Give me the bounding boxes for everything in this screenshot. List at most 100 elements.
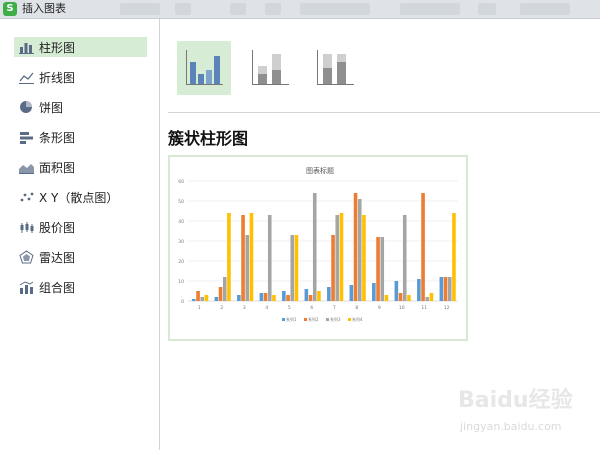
legend-swatch xyxy=(304,318,307,321)
sidebar-item-label: 面积图 xyxy=(39,160,76,175)
divider xyxy=(168,112,600,113)
x-tick-label: 11 xyxy=(421,305,427,311)
x-tick-label: 5 xyxy=(288,305,291,311)
radar-chart-icon xyxy=(18,250,34,264)
bar xyxy=(241,215,245,301)
bar xyxy=(204,295,209,301)
bar xyxy=(214,297,219,301)
bar xyxy=(447,277,452,301)
legend-label: 系列3 xyxy=(330,316,341,322)
bar xyxy=(317,291,321,301)
blurred-toolbar-icon xyxy=(265,3,281,15)
bar-chart-icon xyxy=(18,130,34,144)
legend-swatch xyxy=(282,318,285,321)
bar xyxy=(286,295,290,301)
bar xyxy=(290,235,295,301)
sidebar-item-bar-chart[interactable]: 条形图 xyxy=(14,127,147,147)
blurred-toolbar-icon xyxy=(230,3,246,15)
x-tick-label: 3 xyxy=(243,305,246,311)
sidebar-item-radar-chart[interactable]: 雷达图 xyxy=(14,247,147,267)
bar xyxy=(263,293,268,301)
bar xyxy=(237,295,241,301)
pie-chart-icon xyxy=(18,100,34,114)
window-title: 插入图表 xyxy=(22,2,66,15)
x-tick-label: 1 xyxy=(198,305,201,311)
bar xyxy=(335,215,340,301)
bar xyxy=(402,215,407,301)
blurred-toolbar-icon xyxy=(400,3,460,15)
combo-chart-icon xyxy=(18,280,34,294)
bar xyxy=(398,293,403,301)
blurred-toolbar-icon xyxy=(300,3,370,15)
bar xyxy=(452,213,456,301)
x-tick-label: 2 xyxy=(220,305,223,311)
x-tick-label: 9 xyxy=(378,305,381,311)
x-tick-label: 7 xyxy=(333,305,336,311)
y-tick-label: 20 xyxy=(178,259,184,265)
bar xyxy=(294,235,299,301)
bar xyxy=(421,193,425,301)
x-tick-label: 4 xyxy=(265,305,268,311)
bar xyxy=(331,235,335,301)
y-tick-label: 10 xyxy=(178,279,184,285)
subtype-percent-stacked-column-button[interactable] xyxy=(308,41,362,95)
bar xyxy=(349,285,354,301)
sidebar-item-label: 股价图 xyxy=(39,220,76,235)
area-chart-icon xyxy=(18,160,34,174)
bar xyxy=(304,289,309,301)
bar xyxy=(357,199,362,301)
bar xyxy=(429,293,434,301)
bar xyxy=(192,299,196,301)
bar xyxy=(196,291,200,301)
sidebar-item-area-chart[interactable]: 面积图 xyxy=(14,157,147,177)
x-tick-label: 12 xyxy=(444,305,450,311)
line-chart-icon xyxy=(18,70,34,84)
y-tick-label: 30 xyxy=(178,239,184,245)
legend-swatch xyxy=(326,318,329,321)
sidebar-item-pie-chart[interactable]: 饼图 xyxy=(14,97,147,117)
sidebar-item-label: 柱形图 xyxy=(39,40,76,55)
subtype-clustered-column-button[interactable] xyxy=(177,41,231,95)
legend-label: 系列1 xyxy=(286,316,297,322)
sidebar-item-column-chart[interactable]: 柱形图 xyxy=(14,37,147,57)
bar xyxy=(439,277,444,301)
bar xyxy=(353,193,358,301)
sidebar-item-scatter-chart[interactable]: X Y（散点图） xyxy=(14,187,147,207)
bar xyxy=(227,213,231,301)
blurred-toolbar-icon xyxy=(120,3,160,15)
blurred-toolbar-icon xyxy=(175,3,191,15)
watermark: Baidu经验 jingyan.baidu.com xyxy=(452,382,592,438)
chart-category-sidebar: 柱形图 折线图 饼图 条形图 面积图 X Y（散点图） 股价图 雷达图 组合图 xyxy=(0,19,160,450)
bar xyxy=(312,193,317,301)
y-tick-label: 60 xyxy=(178,179,184,185)
sidebar-item-stock-chart[interactable]: 股价图 xyxy=(14,217,147,237)
chart-type-title: 簇状柱形图 xyxy=(168,129,249,148)
column-chart-icon xyxy=(18,40,34,54)
sidebar-item-combo-chart[interactable]: 组合图 xyxy=(14,277,147,297)
bar xyxy=(425,297,430,301)
bar xyxy=(218,287,223,301)
stock-chart-icon xyxy=(18,220,34,234)
legend-label: 系列2 xyxy=(308,316,319,322)
blurred-toolbar-icon xyxy=(478,3,496,15)
legend-swatch xyxy=(348,318,351,321)
sidebar-item-label: 条形图 xyxy=(39,130,76,145)
bar xyxy=(267,215,272,301)
chart-preview[interactable]: 0 10 20 30 40 50 60 1 2 3 4 5 6 7 8 9 10 11 12 图表标题 系列1 系列2… xyxy=(168,155,468,341)
bar xyxy=(362,215,366,301)
bar xyxy=(417,279,421,301)
sidebar-item-label: 饼图 xyxy=(39,100,64,115)
legend-label: 系列4 xyxy=(352,316,363,322)
stacked-column-icon xyxy=(252,50,289,85)
x-tick-label: 6 xyxy=(310,305,313,311)
title-bar: S 插入图表 xyxy=(0,0,600,19)
bar xyxy=(222,277,227,301)
bar xyxy=(308,295,313,301)
subtype-stacked-column-button[interactable] xyxy=(243,41,297,95)
x-tick-label: 10 xyxy=(399,305,405,311)
bar xyxy=(384,295,389,301)
bar xyxy=(394,281,399,301)
sidebar-item-label: 组合图 xyxy=(39,280,76,295)
clustered-column-icon xyxy=(186,50,223,85)
sidebar-item-line-chart[interactable]: 折线图 xyxy=(14,67,147,87)
